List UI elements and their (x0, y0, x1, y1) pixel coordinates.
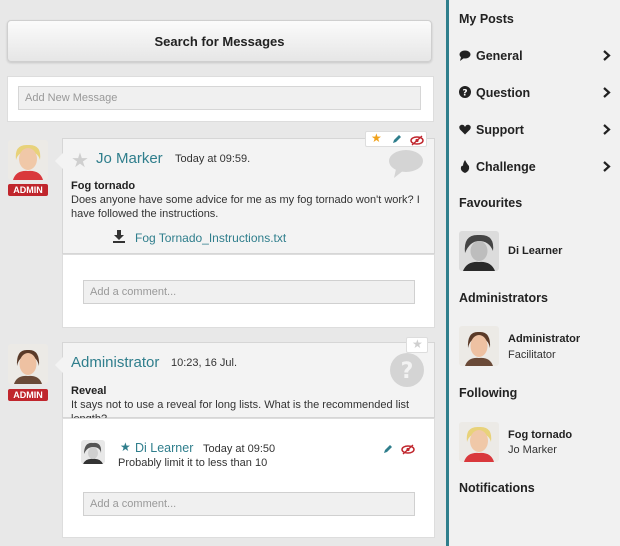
flame-icon (460, 160, 470, 176)
post-title: Fog tornado (71, 180, 136, 192)
reply: ★ Di Learner Today at 09:50 Probably lim… (63, 419, 434, 479)
attachment-link[interactable]: Fog Tornado_Instructions.txt (135, 231, 286, 245)
comment-input[interactable]: Add a comment... (83, 280, 415, 304)
my-posts-link[interactable]: My Posts (459, 12, 514, 26)
sidebar-item-label: Challenge (476, 160, 536, 174)
speech-bubble-icon (388, 149, 424, 184)
post-body: Does anyone have some advice for me as m… (71, 194, 420, 220)
avatar[interactable] (8, 140, 48, 180)
post-controls: ★ (365, 131, 427, 147)
sidebar-item-support[interactable]: Support (459, 123, 611, 139)
administrator-name[interactable]: Administrator (508, 333, 580, 345)
download-icon[interactable] (113, 230, 125, 248)
post-time: Today at 09:59. (175, 153, 251, 165)
card-pointer (55, 357, 63, 373)
star-icon[interactable]: ★ (120, 440, 131, 454)
avatar[interactable] (81, 440, 105, 464)
search-messages-button[interactable]: Search for Messages (7, 20, 432, 62)
svg-text:?: ? (462, 89, 467, 99)
avatar[interactable] (459, 422, 499, 462)
admin-badge: ADMIN (8, 389, 48, 401)
sidebar: My Posts General ? Question Support Chal… (446, 0, 620, 546)
star-icon[interactable]: ★ (412, 337, 423, 351)
following-name: Jo Marker (508, 444, 557, 456)
question-icon: ? (459, 86, 471, 101)
hide-icon[interactable] (401, 442, 415, 460)
sidebar-item-general[interactable]: General (459, 49, 611, 65)
sidebar-item-label: Question (476, 86, 531, 100)
chevron-right-icon (603, 124, 611, 138)
favourite-star-icon[interactable]: ★ (71, 148, 89, 173)
post-card: ★ Administrator 10:23, 16 Jul. ? Reveal … (55, 337, 435, 425)
sidebar-item-label: Support (476, 123, 524, 137)
edit-icon[interactable] (391, 132, 403, 150)
sidebar-item-label: General (476, 49, 523, 63)
administrators-heading: Administrators (459, 291, 548, 305)
svg-text:?: ? (401, 359, 414, 384)
following-heading: Following (459, 386, 518, 400)
comment-icon (459, 50, 471, 64)
post-author[interactable]: Administrator (71, 354, 159, 371)
comment-input[interactable]: Add a comment... (83, 492, 415, 516)
post-controls: ★ (406, 337, 428, 353)
avatar[interactable] (8, 344, 48, 384)
favourites-heading: Favourites (459, 196, 523, 210)
heart-icon (459, 124, 471, 138)
comment-panel: Add a comment... (62, 254, 435, 328)
admin-badge: ADMIN (8, 184, 48, 196)
add-message-panel: Add New Message (7, 76, 434, 122)
post-time: 10:23, 16 Jul. (171, 357, 238, 369)
reply-text: Probably limit it to less than 10 (118, 457, 268, 469)
chevron-right-icon (603, 50, 611, 64)
reply-author[interactable]: Di Learner (135, 441, 193, 455)
post-title: Reveal (71, 385, 107, 397)
card-pointer (55, 153, 63, 169)
message-board: Search for Messages Add New Message ADMI… (0, 0, 446, 546)
favourite-name[interactable]: Di Learner (508, 245, 562, 257)
following-title[interactable]: Fog tornado (508, 429, 572, 441)
add-message-input[interactable]: Add New Message (18, 86, 421, 110)
avatar[interactable] (459, 231, 499, 271)
post-author[interactable]: Jo Marker (96, 150, 163, 167)
question-icon: ? (389, 352, 425, 393)
chevron-right-icon (603, 161, 611, 175)
administrator-role: Facilitator (508, 349, 556, 361)
notifications-heading[interactable]: Notifications (459, 481, 535, 495)
comment-panel: ★ Di Learner Today at 09:50 Probably lim… (62, 418, 435, 538)
edit-icon[interactable] (382, 442, 394, 460)
sidebar-item-challenge[interactable]: Challenge (459, 160, 611, 176)
star-icon[interactable]: ★ (371, 131, 382, 145)
chevron-right-icon (603, 87, 611, 101)
sidebar-item-question[interactable]: ? Question (459, 86, 611, 102)
reply-time: Today at 09:50 (203, 443, 276, 455)
avatar[interactable] (459, 326, 499, 366)
post-card: ★ ★ Jo Marker Today at 09:59. Fog tornad… (55, 131, 435, 254)
